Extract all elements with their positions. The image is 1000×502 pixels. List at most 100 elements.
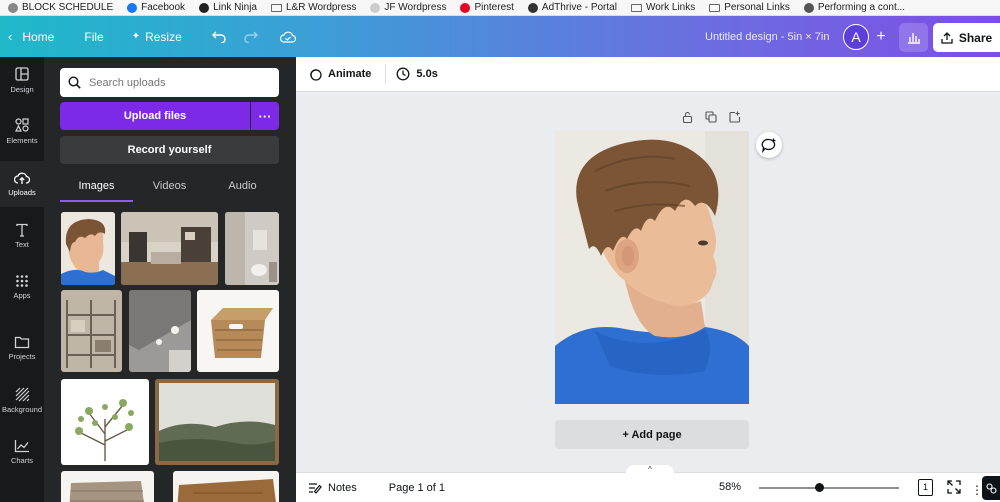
add-comment-button[interactable] <box>756 132 782 158</box>
rail-label: Design <box>10 85 34 94</box>
upload-files-button[interactable]: Upload files <box>60 102 250 130</box>
bar-chart-icon <box>907 33 920 44</box>
bookmark-item[interactable]: Link Ninja <box>199 2 257 13</box>
page-indicator[interactable]: Page 1 of 1 <box>389 482 445 494</box>
plus-icon: + <box>876 28 886 45</box>
bookmark-item[interactable]: Work Links <box>630 2 696 13</box>
zoom-slider[interactable] <box>759 483 899 492</box>
comment-plus-icon <box>761 138 776 153</box>
upload-thumbnail-storage-shelves[interactable] <box>61 290 122 372</box>
rail-item-uploads[interactable]: Uploads <box>0 161 44 207</box>
bookmark-label: Facebook <box>141 2 186 13</box>
upload-thumbnail-landscape-painting[interactable] <box>155 379 279 465</box>
uploads-tabs: Images Videos Audio <box>60 176 279 202</box>
bookmark-label: AdThrive - Portal <box>541 2 617 13</box>
upload-thumbnail-olive-tree[interactable] <box>61 379 149 465</box>
uploads-icon <box>14 172 30 184</box>
bookmark-item[interactable]: JF Wordpress <box>370 2 446 13</box>
home-button[interactable]: ‹ Home <box>8 29 54 44</box>
rail-item-apps[interactable]: Apps <box>0 264 44 310</box>
file-menu-button[interactable]: File <box>84 30 103 44</box>
design-canvas-area: + Add page <box>296 92 1000 472</box>
upload-more-button[interactable]: ··· <box>251 102 279 130</box>
bookmark-item[interactable]: L&R Wordpress <box>270 2 357 13</box>
search-box[interactable] <box>60 68 279 97</box>
insights-button[interactable] <box>899 23 928 52</box>
ceiling-light-image <box>129 290 191 372</box>
clock-icon <box>396 67 410 81</box>
avatar[interactable]: A <box>843 24 869 50</box>
page-tools <box>682 110 753 128</box>
animate-button[interactable]: Animate <box>308 67 371 81</box>
lock-page-button[interactable] <box>682 110 693 128</box>
cloud-save-button[interactable] <box>279 31 296 43</box>
projects-icon <box>14 336 30 349</box>
rail-label: Uploads <box>8 188 36 197</box>
rail-item-projects[interactable]: Projects <box>0 325 44 371</box>
design-page[interactable] <box>555 131 749 404</box>
animate-icon <box>310 69 322 81</box>
bookmark-label: Link Ninja <box>213 2 257 13</box>
upload-thumbnail-living-room[interactable] <box>121 212 218 285</box>
share-button[interactable]: Share <box>933 23 1000 52</box>
storage-shelves-image <box>61 290 122 372</box>
bookmark-item[interactable]: Pinterest <box>460 2 514 13</box>
redo-button[interactable] <box>244 31 258 43</box>
bookmark-label: Work Links <box>645 2 696 13</box>
performing-icon <box>803 2 814 13</box>
apps-icon <box>16 275 28 287</box>
undo-button[interactable] <box>211 31 226 43</box>
chevron-left-icon: ‹ <box>8 29 13 44</box>
tab-images[interactable]: Images <box>60 176 133 202</box>
zoom-slider-knob[interactable] <box>815 483 825 492</box>
upload-thumbnail-wicker-basket[interactable] <box>197 290 279 372</box>
notes-button[interactable]: Notes <box>308 482 357 494</box>
upload-thumbnail-ceiling-light[interactable] <box>129 290 191 372</box>
tab-videos[interactable]: Videos <box>133 176 206 202</box>
search-input[interactable] <box>89 76 269 89</box>
bookmark-label: L&R Wordpress <box>285 2 357 13</box>
upload-thumbnail-cutting-board[interactable] <box>173 471 279 502</box>
duration-button[interactable]: 5.0s <box>396 67 438 81</box>
background-icon <box>15 387 29 401</box>
page-grid-button[interactable]: 1 <box>918 479 933 496</box>
rail-item-elements[interactable]: Elements <box>0 108 44 154</box>
editor-footer: ^ Notes Page 1 of 1 58% 1 ⋮ <box>296 465 1000 502</box>
bookmark-item[interactable]: BLOCK SCHEDULE <box>8 2 113 13</box>
help-button[interactable] <box>982 476 1000 500</box>
living-room-image <box>121 212 218 285</box>
upload-thumbnail-bathroom[interactable] <box>225 212 279 285</box>
cutting-board-image <box>173 471 279 502</box>
rail-item-background[interactable]: Background <box>0 377 44 423</box>
boy-profile-photo[interactable] <box>555 131 749 404</box>
rail-label: Apps <box>13 291 31 300</box>
rail-item-charts[interactable]: Charts <box>0 429 44 475</box>
animate-label: Animate <box>328 68 372 80</box>
bookmark-item[interactable]: AdThrive - Portal <box>527 2 617 13</box>
home-label: Home <box>22 29 55 44</box>
redo-icon <box>244 31 258 43</box>
bookmark-item[interactable]: Facebook <box>127 2 185 13</box>
invite-plus-button[interactable]: + <box>872 28 890 46</box>
more-horizontal-icon: ··· <box>258 108 272 124</box>
landscape-painting-image <box>155 379 279 465</box>
bookmark-item[interactable]: Performing a cont... <box>803 2 905 13</box>
show-pages-toggle[interactable]: ^ <box>626 465 674 475</box>
tab-audio[interactable]: Audio <box>206 176 279 202</box>
bookmark-item[interactable]: Personal Links <box>709 2 790 13</box>
add-page-button[interactable]: + Add page <box>555 420 749 449</box>
record-yourself-button[interactable]: Record yourself <box>60 136 279 164</box>
adthrive-icon <box>527 2 538 13</box>
resize-button[interactable]: ✦ Resize <box>132 30 182 44</box>
rail-item-text[interactable]: Text <box>0 213 44 259</box>
duplicate-page-button[interactable] <box>705 110 717 128</box>
upload-thumbnail-boy-profile[interactable] <box>61 212 115 285</box>
dot-icon <box>370 2 381 13</box>
fullscreen-button[interactable] <box>947 480 961 497</box>
rail-item-design[interactable]: Design <box>0 57 44 103</box>
help-icon <box>985 482 997 494</box>
add-page-icon-button[interactable] <box>729 110 741 128</box>
upload-thumbnail-woven-box[interactable] <box>61 471 154 502</box>
zoom-percentage[interactable]: 58% <box>719 481 741 493</box>
document-title[interactable]: Untitled design - 5in × 7in <box>705 31 829 43</box>
